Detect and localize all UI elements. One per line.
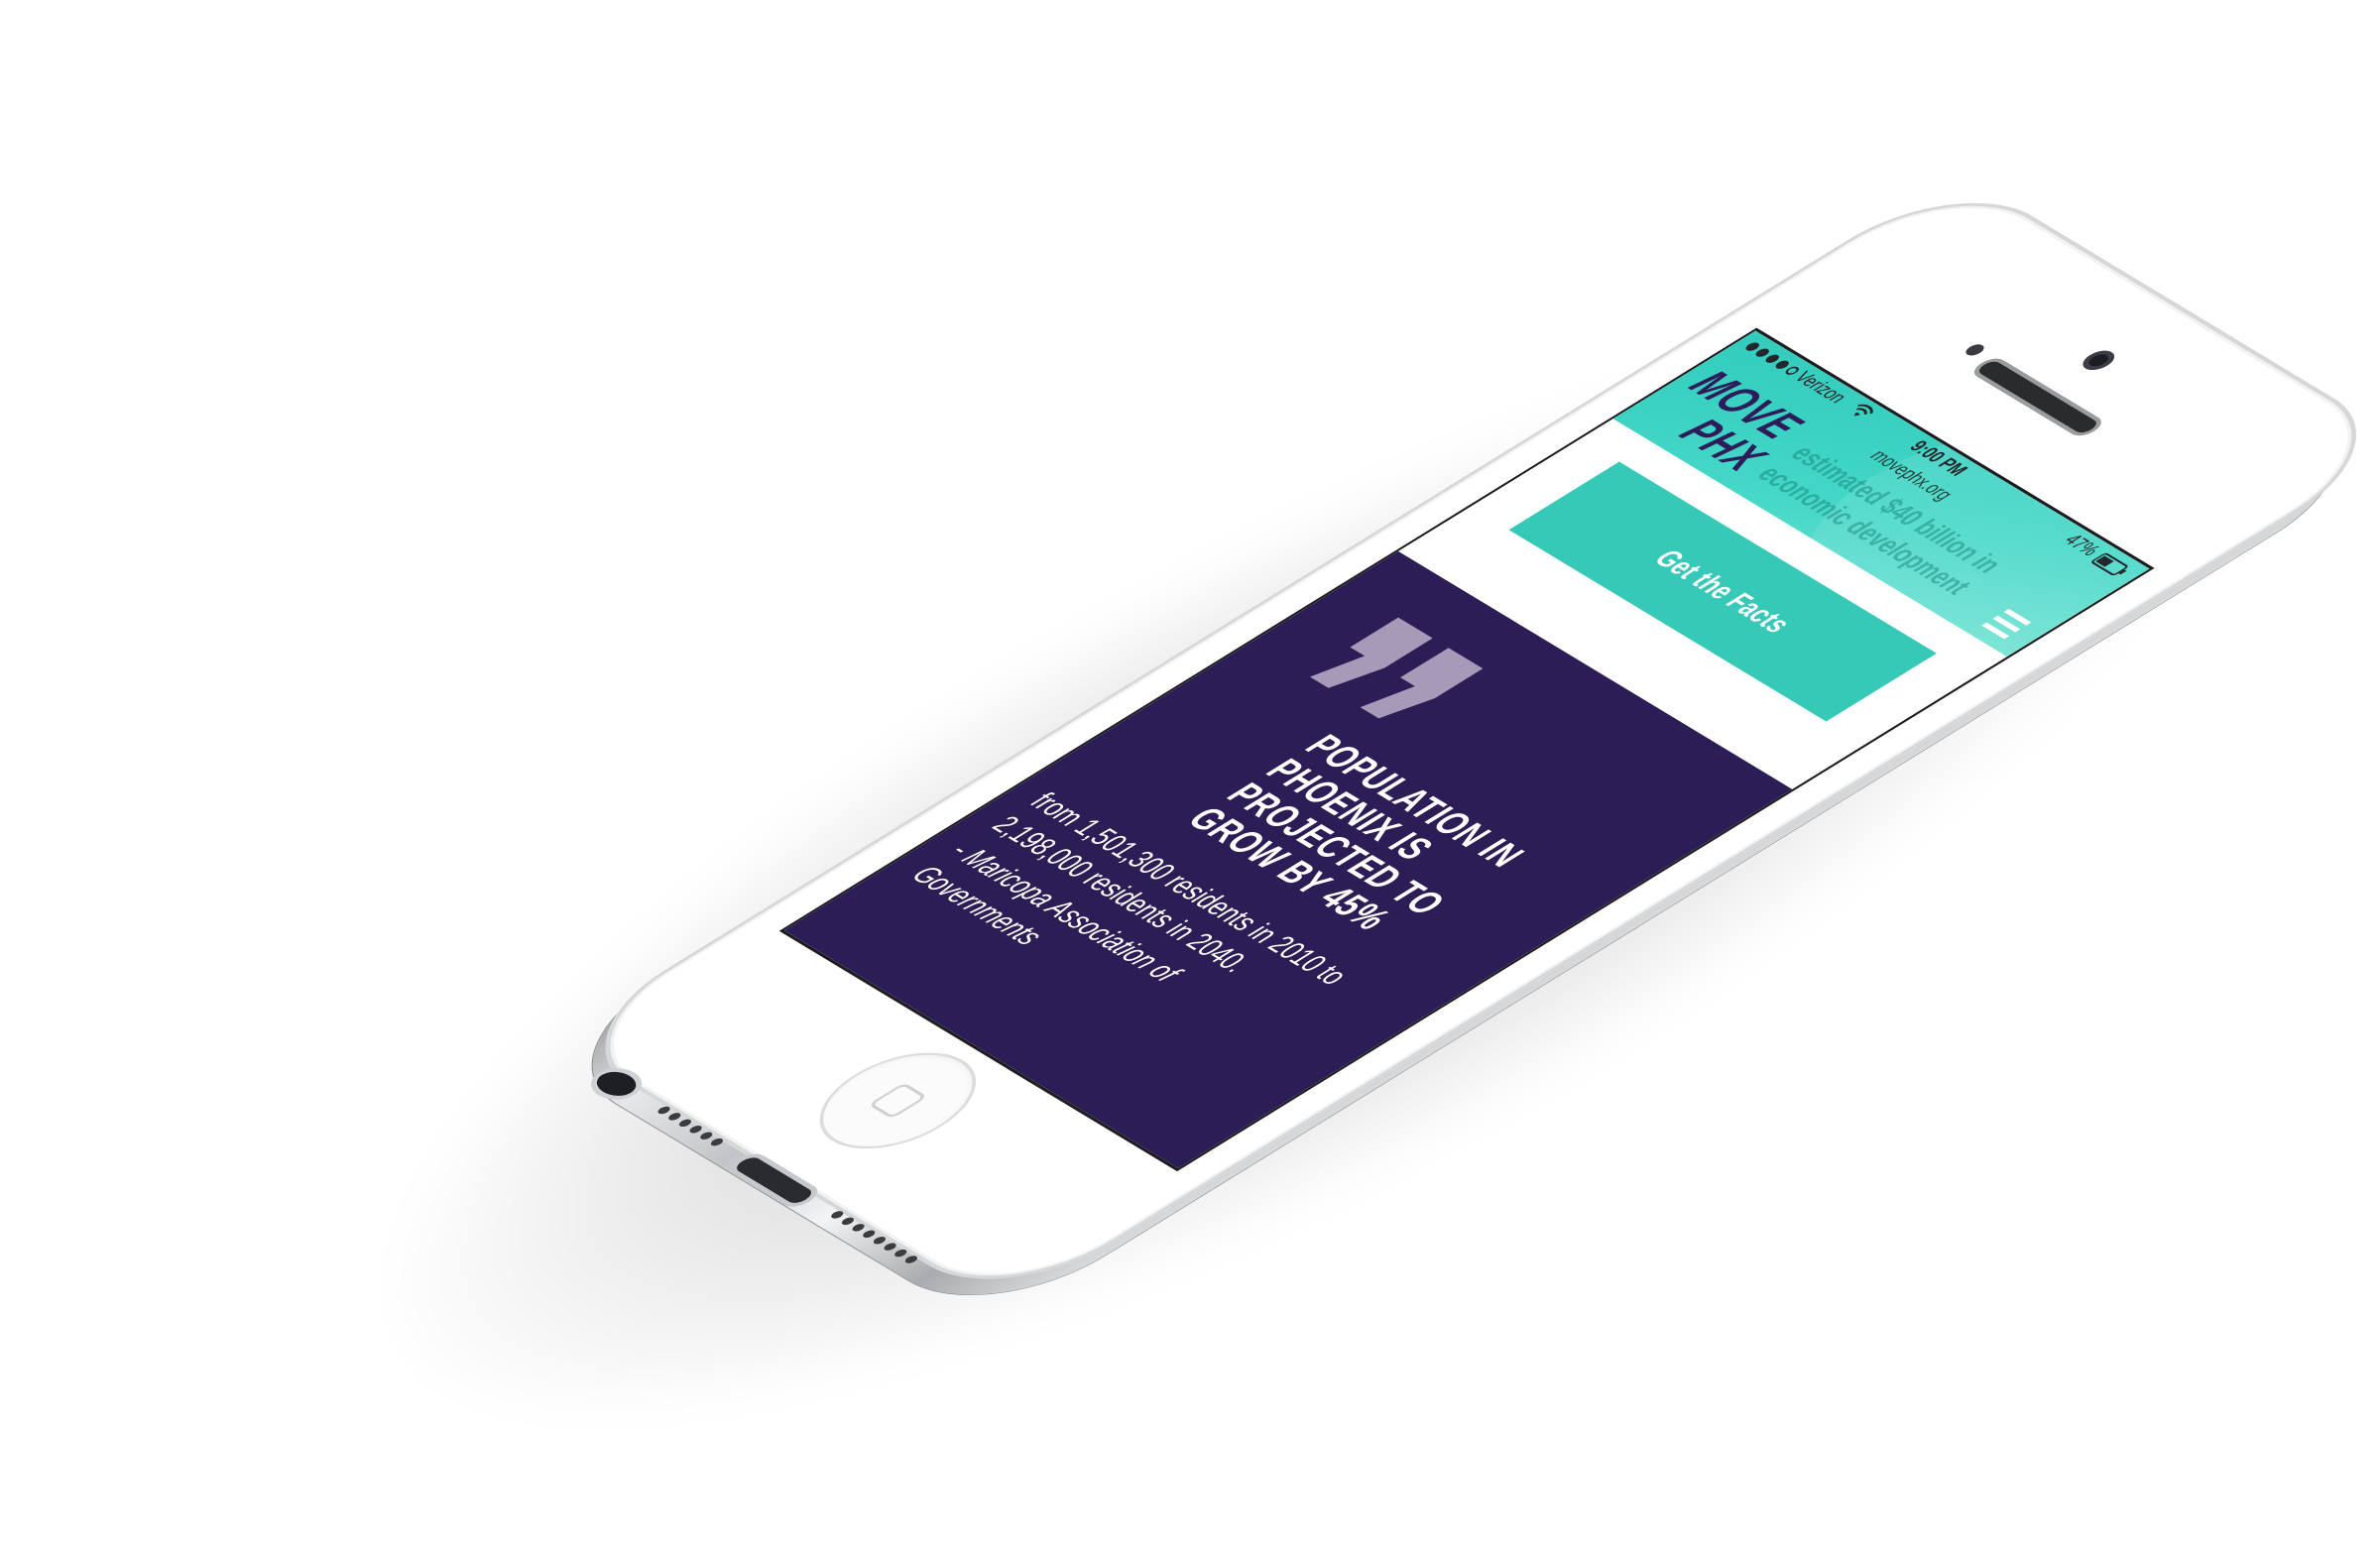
home-square-icon	[868, 1082, 928, 1120]
home-button[interactable]	[789, 1034, 1007, 1167]
mockup-stage: Verizon 9:00 PM 47% movephx.org estimate…	[0, 0, 2380, 1559]
proximity-sensor	[1962, 342, 1988, 358]
front-camera	[2077, 347, 2121, 374]
headphone-jack	[588, 1066, 645, 1101]
quote-mark-icon	[1309, 617, 1484, 719]
